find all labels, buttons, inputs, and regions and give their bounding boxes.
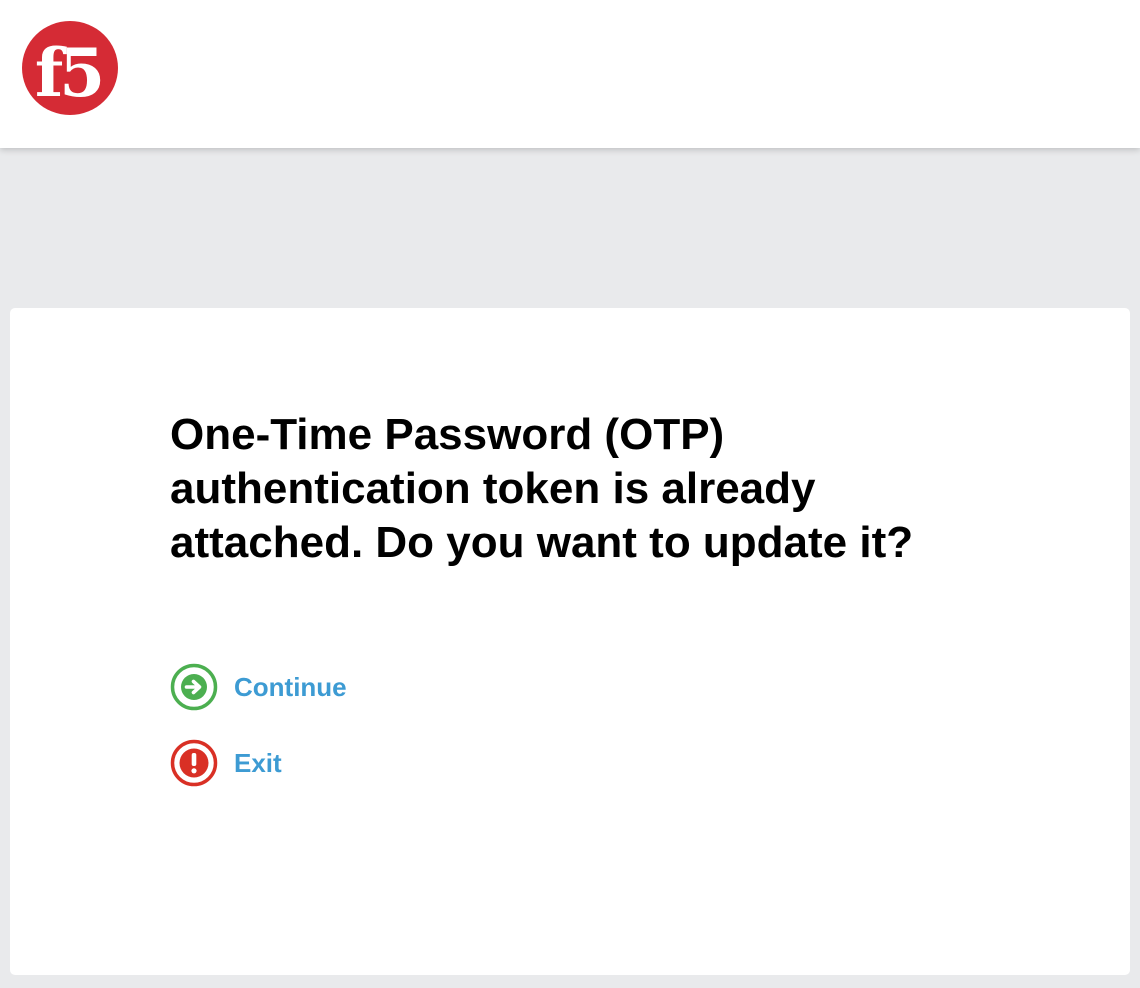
- f5-logo-text: f5: [35, 34, 101, 112]
- dialog-question: One-Time Password (OTP) authentication t…: [170, 410, 914, 567]
- continue-label: Continue: [234, 671, 347, 702]
- header-bar: f5: [0, 0, 1140, 148]
- arrow-right-circle-icon: [170, 663, 218, 711]
- exit-label: Exit: [234, 747, 282, 778]
- exclamation-circle-icon: [170, 739, 218, 787]
- exit-button[interactable]: Exit: [170, 739, 282, 787]
- f5-logo: f5: [22, 21, 118, 115]
- continue-button[interactable]: Continue: [170, 663, 347, 711]
- dialog-card: One-Time Password (OTP) authentication t…: [10, 308, 1130, 975]
